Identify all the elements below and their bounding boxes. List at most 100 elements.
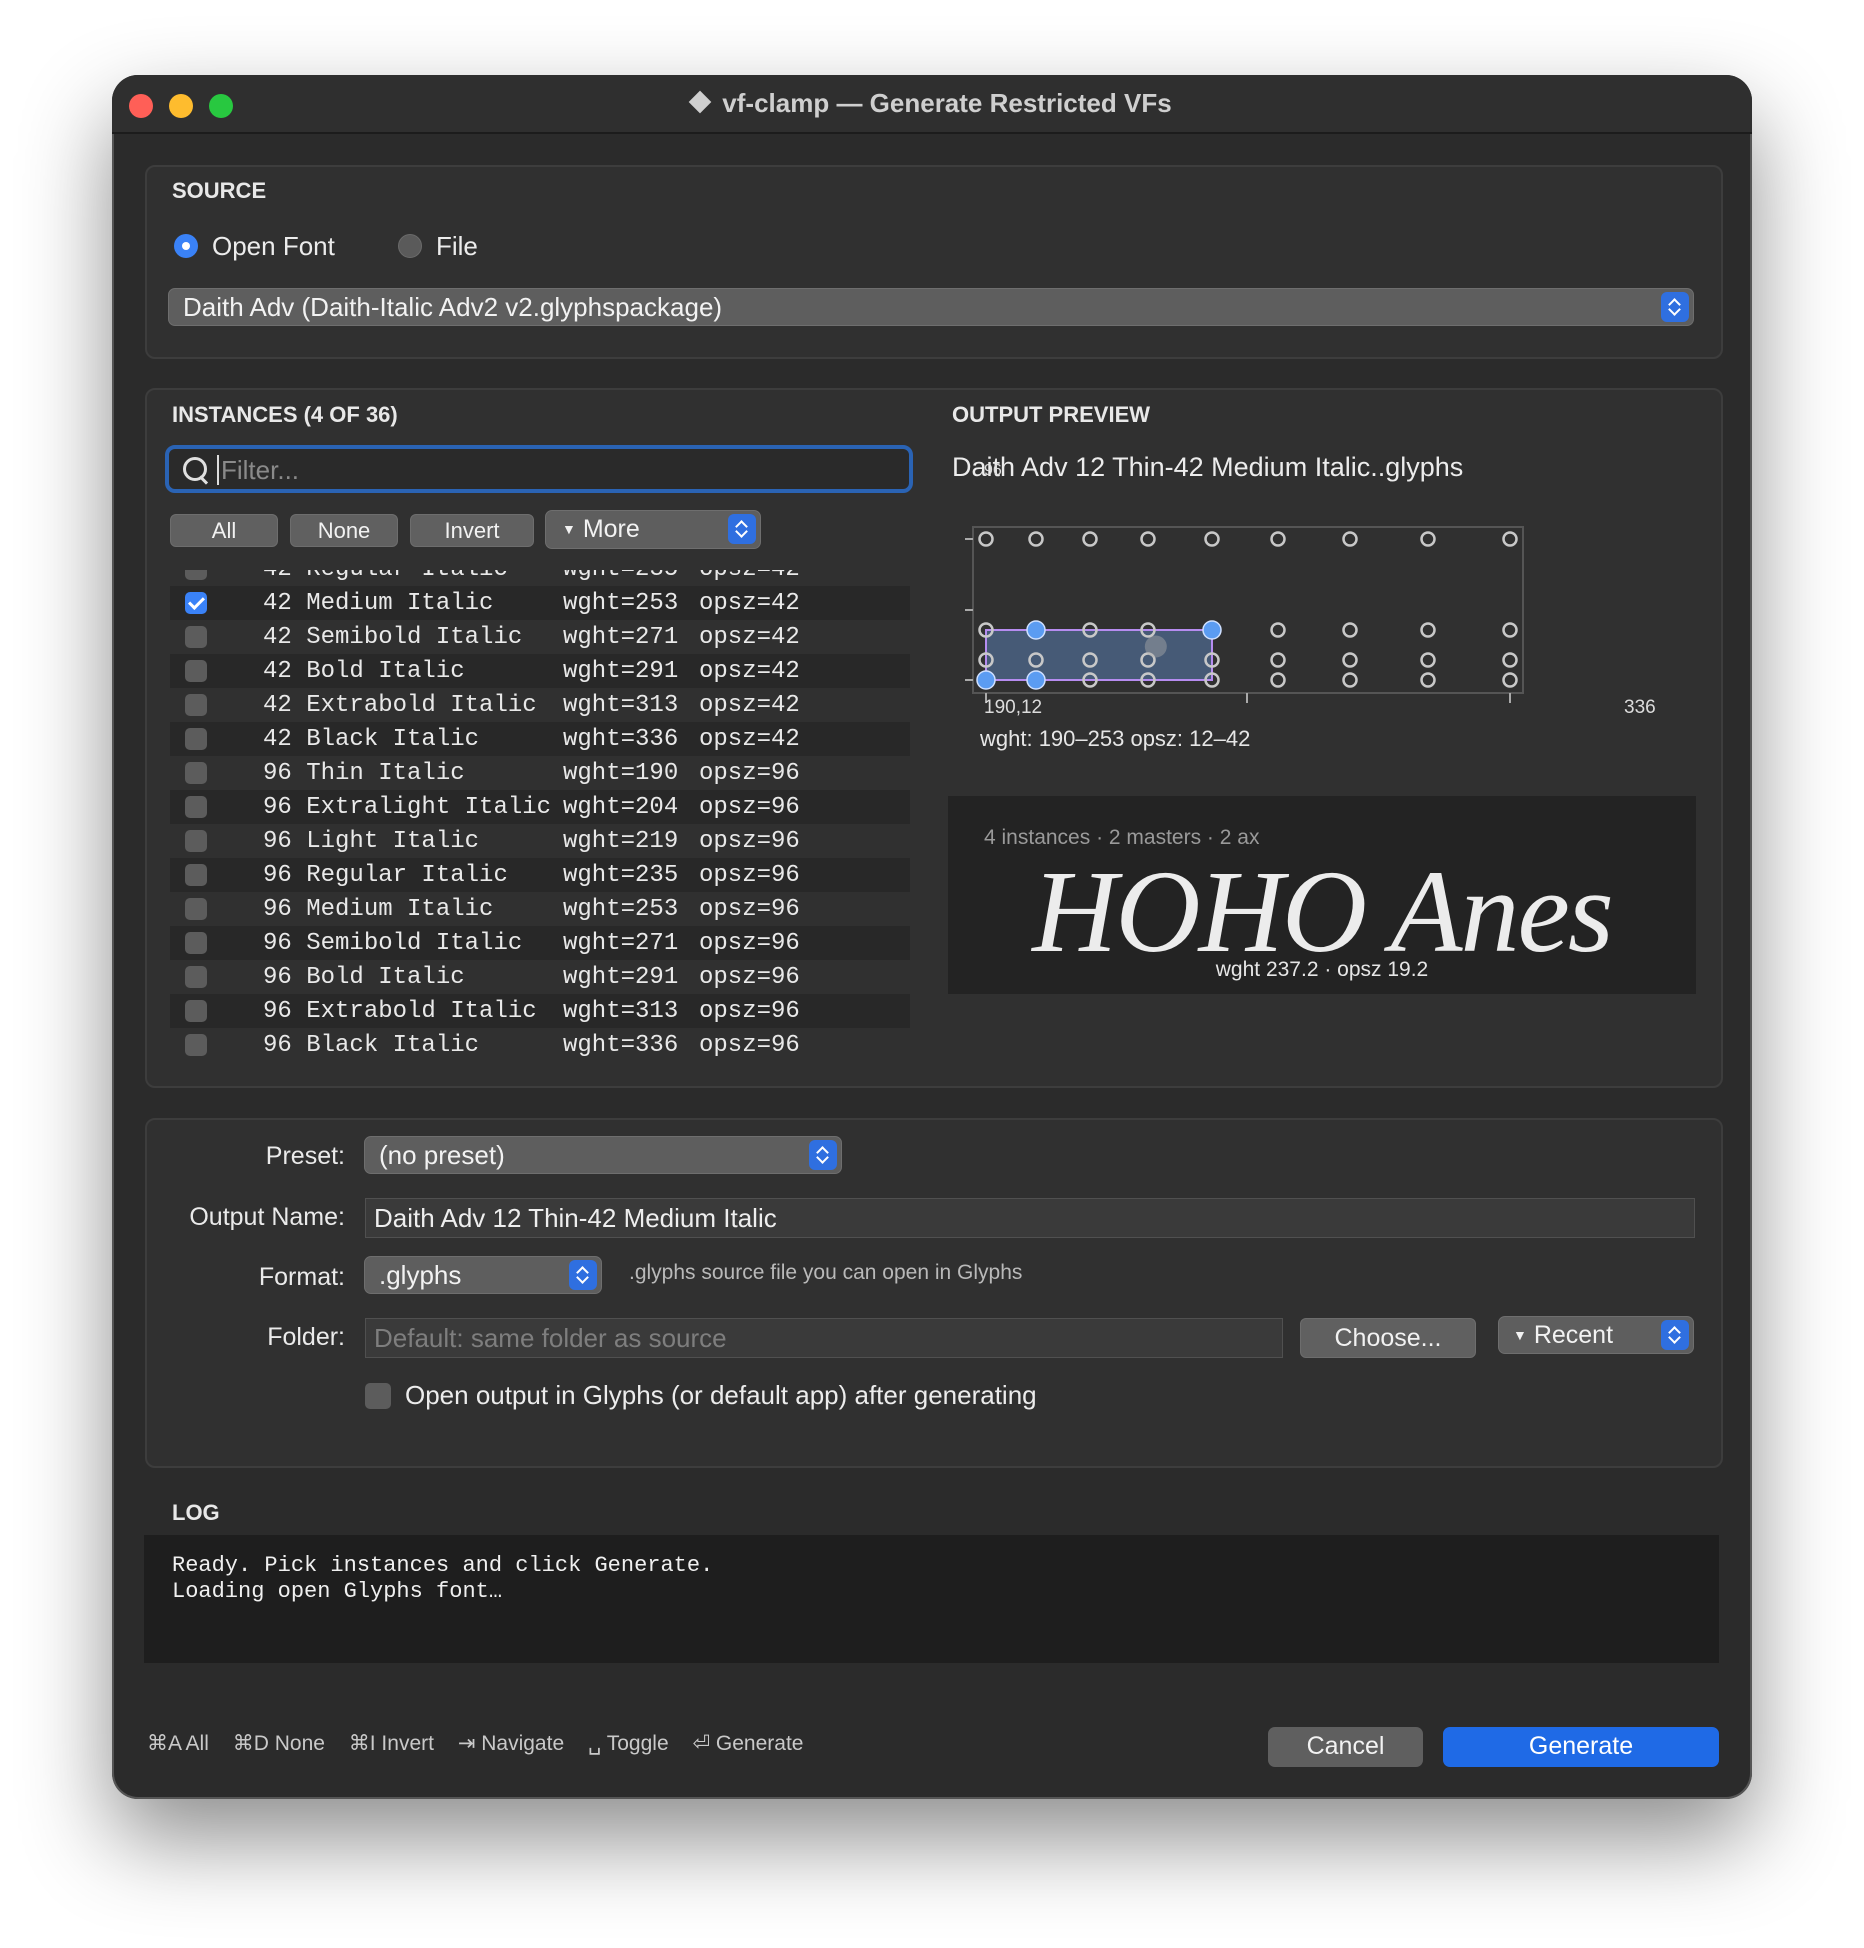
instance-opsz: opsz=96	[699, 998, 800, 1025]
recent-popup[interactable]: ▼ Recent	[1498, 1316, 1694, 1354]
instance-opsz: opsz=42	[699, 590, 800, 617]
instance-point[interactable]	[1342, 652, 1358, 668]
instance-point[interactable]	[1420, 622, 1436, 638]
instance-row[interactable]: 96 Semibold Italic wght=271 opsz=96	[170, 926, 910, 960]
instance-opsz: opsz=96	[699, 760, 800, 787]
selected-instance-point[interactable]	[976, 670, 996, 690]
file-radio[interactable]	[398, 234, 422, 258]
current-location-marker[interactable]	[1144, 635, 1167, 658]
instance-point[interactable]	[1502, 622, 1518, 638]
instance-point[interactable]	[1270, 672, 1286, 688]
instance-point[interactable]	[1342, 531, 1358, 547]
instance-checkbox[interactable]	[185, 762, 207, 784]
shortcut-hints: ⌘A All ⌘D None ⌘I Invert ⇥ Navigate ␣ To…	[147, 1731, 821, 1756]
format-hint: .glyphs source file you can open in Glyp…	[629, 1261, 1023, 1284]
choose-folder-button[interactable]: Choose...	[1300, 1318, 1476, 1358]
instance-row[interactable]: 42 Medium Italic wght=253 opsz=42	[170, 586, 910, 620]
instance-point[interactable]	[1342, 622, 1358, 638]
instance-point[interactable]	[1502, 531, 1518, 547]
selected-instance-point[interactable]	[1202, 620, 1222, 640]
instance-checkbox[interactable]	[185, 932, 207, 954]
format-popup[interactable]: .glyphs	[364, 1256, 602, 1294]
axis-min-label: 190,12	[984, 697, 1043, 718]
selected-instance-point[interactable]	[1026, 620, 1046, 640]
instance-point[interactable]	[1420, 672, 1436, 688]
generate-button[interactable]: Generate	[1443, 1727, 1719, 1767]
instance-wght: wght=313	[563, 998, 679, 1025]
preset-popup[interactable]: (no preset)	[364, 1136, 842, 1174]
select-none-button[interactable]: None	[290, 514, 398, 547]
axis-space-chart[interactable]	[950, 475, 1710, 725]
instance-checkbox[interactable]	[185, 694, 207, 716]
cancel-button[interactable]: Cancel	[1268, 1727, 1423, 1767]
folder-field[interactable]: Default: same folder as source	[365, 1318, 1283, 1358]
instance-wght: wght=204	[563, 794, 679, 821]
instance-name: 96 Medium Italic	[263, 896, 494, 923]
instance-checkbox[interactable]	[185, 728, 207, 750]
chevron-updown-icon	[728, 514, 756, 544]
instance-point[interactable]	[1082, 531, 1098, 547]
output-name-field[interactable]: Daith Adv 12 Thin-42 Medium Italic	[365, 1198, 1695, 1238]
instance-row[interactable]: 96 Bold Italic wght=291 opsz=96	[170, 960, 910, 994]
instance-checkbox[interactable]	[185, 966, 207, 988]
instance-point[interactable]	[1028, 531, 1044, 547]
instance-row[interactable]: 96 Thin Italic wght=190 opsz=96	[170, 756, 910, 790]
more-popup[interactable]: ▼ More	[545, 510, 761, 549]
instance-row[interactable]: 96 Extrabold Italic wght=313 opsz=96	[170, 994, 910, 1028]
instance-checkbox[interactable]	[185, 864, 207, 886]
filter-field[interactable]	[165, 445, 913, 493]
instance-point[interactable]	[1502, 672, 1518, 688]
shortcut-hint: ⌘D None	[232, 1732, 325, 1755]
instance-checkbox[interactable]	[185, 660, 207, 682]
instance-name: 42 Bold Italic	[263, 658, 465, 685]
open-font-label[interactable]: Open Font	[212, 231, 335, 262]
instance-point[interactable]	[1502, 652, 1518, 668]
instance-name: 96 Regular Italic	[263, 862, 508, 889]
selected-instance-point[interactable]	[1026, 670, 1046, 690]
instance-checkbox[interactable]	[185, 592, 207, 614]
instance-opsz: opsz=96	[699, 930, 800, 957]
instance-point[interactable]	[1342, 672, 1358, 688]
instance-list[interactable]: 42 Regular Italicwght=235opsz=4242 Mediu…	[170, 570, 910, 1060]
open-after-checkbox[interactable]	[365, 1383, 391, 1409]
instance-wght: wght=235	[563, 862, 679, 889]
invert-selection-button[interactable]: Invert	[410, 514, 534, 547]
instance-checkbox[interactable]	[185, 1000, 207, 1022]
clamp-region	[985, 629, 1213, 681]
instance-checkbox[interactable]	[185, 1034, 207, 1056]
triangle-down-icon: ▼	[1513, 1327, 1527, 1343]
instance-row[interactable]: 42 Black Italic wght=336 opsz=42	[170, 722, 910, 756]
instance-point[interactable]	[1270, 531, 1286, 547]
instance-point[interactable]	[978, 531, 994, 547]
instance-row[interactable]: 96 Black Italic wght=336 opsz=96	[170, 1028, 910, 1060]
instance-checkbox[interactable]	[185, 570, 207, 580]
source-font-popup[interactable]: Daith Adv (Daith-Italic Adv2 v2.glyphspa…	[168, 288, 1694, 326]
open-after-label[interactable]: Open output in Glyphs (or default app) a…	[405, 1380, 1037, 1411]
open-font-radio[interactable]	[174, 234, 198, 258]
instance-row[interactable]: 96 Medium Italic wght=253 opsz=96	[170, 892, 910, 926]
instance-point[interactable]	[1270, 622, 1286, 638]
instance-row[interactable]: 42 Bold Italic wght=291 opsz=42	[170, 654, 910, 688]
instance-wght: wght=271	[563, 930, 679, 957]
instance-point[interactable]	[1270, 652, 1286, 668]
instance-row[interactable]: 96 Light Italic wght=219 opsz=96	[170, 824, 910, 858]
clamp-range-text: wght: 190–253 opsz: 12–42	[980, 726, 1251, 751]
instance-row[interactable]: 96 Regular Italic wght=235 opsz=96	[170, 858, 910, 892]
instance-name: 96 Light Italic	[263, 828, 480, 855]
instance-point[interactable]	[1140, 531, 1156, 547]
instance-checkbox[interactable]	[185, 626, 207, 648]
select-all-button[interactable]: All	[170, 514, 278, 547]
instance-checkbox[interactable]	[185, 830, 207, 852]
instance-row[interactable]: 42 Regular Italic wght=235 opsz=42	[170, 570, 910, 586]
file-label[interactable]: File	[436, 231, 478, 262]
instance-point[interactable]	[1420, 652, 1436, 668]
instance-checkbox[interactable]	[185, 796, 207, 818]
instance-row[interactable]: 42 Extrabold Italic wght=313 opsz=42	[170, 688, 910, 722]
filter-input[interactable]	[219, 454, 883, 486]
instance-opsz: opsz=42	[699, 658, 800, 685]
instance-checkbox[interactable]	[185, 898, 207, 920]
instance-row[interactable]: 96 Extralight Italic wght=204 opsz=96	[170, 790, 910, 824]
instance-point[interactable]	[1420, 531, 1436, 547]
instance-point[interactable]	[1204, 531, 1220, 547]
instance-row[interactable]: 42 Semibold Italic wght=271 opsz=42	[170, 620, 910, 654]
